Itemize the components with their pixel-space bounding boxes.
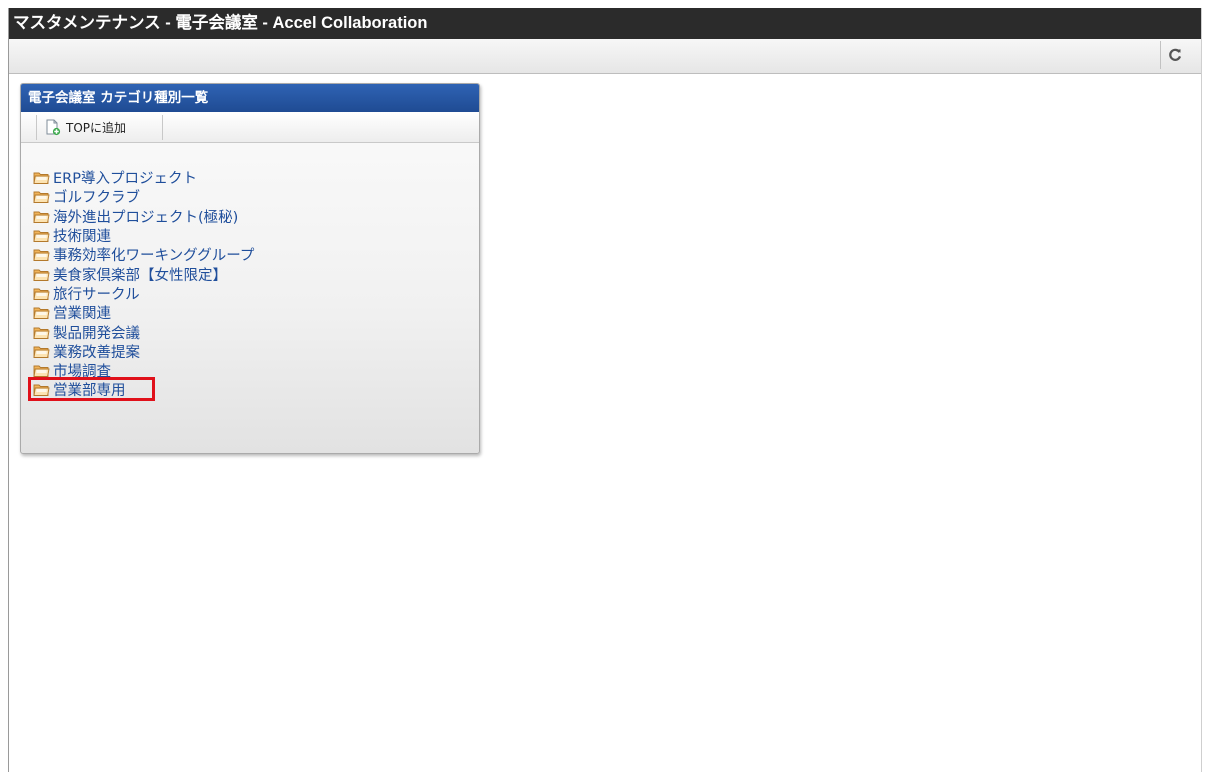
add-to-top-button[interactable]: TOPに追加	[36, 115, 163, 140]
category-label: 海外進出プロジェクト(極秘)	[53, 209, 239, 226]
category-label: ゴルフクラブ	[53, 190, 140, 207]
category-item[interactable]: 技術関連	[33, 226, 254, 245]
add-document-icon	[46, 119, 61, 136]
category-item[interactable]: 製品開発会議	[33, 322, 254, 342]
category-item[interactable]: ゴルフクラブ	[33, 187, 254, 206]
category-label: ERP導入プロジェクト	[53, 171, 197, 188]
category-item[interactable]: 旅行サークル	[33, 284, 254, 303]
folder-icon	[33, 269, 50, 281]
add-to-top-label: TOPに追加	[66, 121, 127, 135]
category-item[interactable]: 営業部専用	[27, 377, 254, 402]
category-item[interactable]: 業務改善提案	[33, 342, 254, 361]
window-title: マスタメンテナンス - 電子会議室 - Accel Collaboration	[9, 8, 1201, 39]
portlet-title: 電子会議室 カテゴリ種別一覧	[21, 84, 479, 112]
category-label: 営業部専用	[53, 383, 126, 400]
category-item[interactable]: 事務効率化ワーキンググループ	[33, 245, 254, 264]
folder-icon	[33, 288, 50, 300]
category-item[interactable]: 営業関連	[33, 303, 254, 322]
category-label: 事務効率化ワーキンググループ	[53, 248, 255, 265]
folder-icon	[33, 211, 50, 223]
folder-icon	[33, 249, 50, 262]
folder-icon	[33, 307, 50, 320]
category-item[interactable]: 美食家倶楽部【女性限定】	[33, 264, 254, 284]
refresh-button[interactable]	[1160, 41, 1189, 69]
category-item[interactable]: 海外進出プロジェクト(極秘)	[33, 207, 254, 226]
portlet-toolbar: TOPに追加	[21, 112, 479, 143]
folder-icon	[33, 327, 50, 339]
category-label: 業務改善提案	[53, 344, 140, 361]
folder-icon	[33, 365, 50, 378]
category-label: 旅行サークル	[53, 286, 140, 303]
folder-icon	[33, 172, 50, 185]
folder-icon	[33, 384, 50, 397]
category-item[interactable]: ERP導入プロジェクト	[33, 168, 254, 187]
folder-icon	[33, 191, 50, 204]
refresh-icon	[1169, 48, 1182, 61]
category-label: 美食家倶楽部【女性限定】	[53, 267, 227, 284]
toolbar	[9, 39, 1201, 74]
folder-icon	[33, 230, 50, 242]
folder-icon	[33, 346, 50, 358]
category-list: ERP導入プロジェクト ゴルフクラブ海外進出プロジェクト(極秘) 技術関連事務効率化…	[27, 168, 254, 402]
category-label: 営業関連	[53, 306, 111, 323]
category-label: 技術関連	[53, 229, 111, 246]
category-label: 製品開発会議	[53, 325, 140, 342]
